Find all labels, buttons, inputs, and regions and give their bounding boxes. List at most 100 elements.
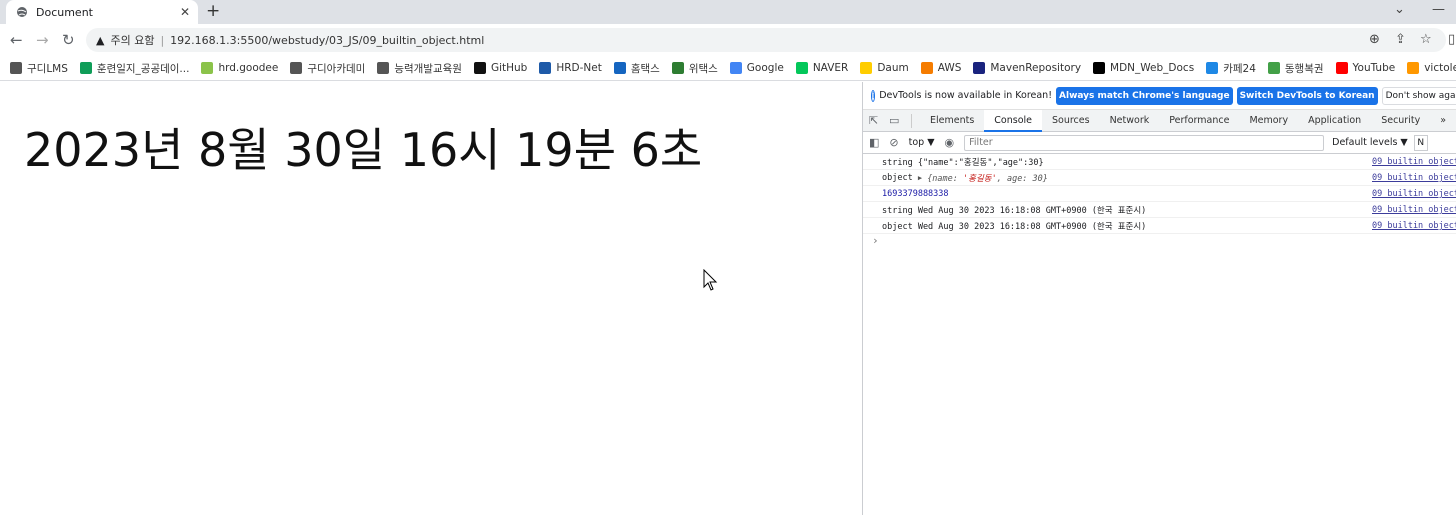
bookmark-favicon-icon	[795, 62, 808, 74]
bookmark-favicon-icon	[290, 62, 303, 74]
bookmark-favicon-icon	[973, 62, 986, 74]
chevron-down-icon[interactable]: ⌄	[1394, 2, 1405, 17]
expand-arrow-icon[interactable]: ▶	[918, 174, 922, 182]
forward-arrow-icon[interactable]: →	[36, 31, 49, 49]
device-toolbar-icon[interactable]: ▭	[889, 114, 903, 128]
eye-icon[interactable]: ◉	[945, 136, 955, 149]
dont-show-again-button[interactable]: Don't show again	[1381, 86, 1456, 105]
bookmark-item[interactable]: 홈택스	[613, 61, 660, 76]
bookmark-label: AWS	[937, 62, 962, 74]
bookmark-favicon-icon	[729, 62, 742, 74]
zoom-icon[interactable]: ⊕	[1369, 32, 1380, 47]
console-row: object Wed Aug 30 2023 16:18:08 GMT+0900…	[863, 218, 1456, 234]
devtools-tab-memory[interactable]: Memory	[1239, 110, 1298, 132]
new-tab-button[interactable]: +	[206, 1, 220, 21]
console-message: string Wed Aug 30 2023 16:18:08 GMT+0900…	[882, 205, 1147, 216]
infobar-message: DevTools is now available in Korean!	[879, 90, 1053, 101]
bookmark-item[interactable]: AWS	[920, 62, 962, 74]
bookmark-favicon-icon	[473, 62, 486, 74]
bookmark-label: 구디아카데미	[307, 62, 366, 75]
console-row: string {"name":"홍길동","age":30} 09_builti…	[863, 154, 1456, 170]
bookmark-item[interactable]: 카페24	[1206, 61, 1256, 76]
devtools-tab-sources[interactable]: Sources	[1042, 110, 1100, 132]
bookmark-favicon-icon	[613, 62, 626, 74]
sidebar-toggle-icon[interactable]: ◧	[869, 136, 879, 149]
bookmark-label: 위택스	[688, 62, 718, 75]
source-link[interactable]: 09_builtin_object	[1372, 157, 1456, 167]
inspect-element-icon[interactable]: ⇱	[869, 114, 883, 128]
star-icon[interactable]: ☆	[1420, 32, 1432, 47]
bookmark-label: victolee	[1424, 62, 1456, 74]
source-link[interactable]: 09_builtin_object	[1372, 189, 1456, 199]
minimize-icon[interactable]: —	[1432, 2, 1445, 17]
source-link[interactable]: 09_builtin_object	[1372, 173, 1456, 183]
bookmark-item[interactable]: 구디아카데미	[290, 61, 365, 76]
bookmark-item[interactable]: YouTube	[1335, 62, 1396, 74]
toolbar-divider	[911, 113, 912, 128]
source-link[interactable]: 09_builtin_object	[1372, 221, 1456, 231]
url-text[interactable]: 192.168.1.3:5500/webstudy/03_JS/09_built…	[170, 34, 484, 47]
bookmark-favicon-icon	[201, 62, 214, 74]
bookmark-item[interactable]: GitHub	[473, 62, 527, 74]
source-link[interactable]: 09_builtin_object	[1372, 205, 1456, 215]
mouse-cursor-icon	[703, 269, 718, 291]
devtools-tab-elements[interactable]: Elements	[920, 110, 984, 132]
bookmark-item[interactable]: Google	[729, 62, 784, 74]
bookmark-item[interactable]: 위택스	[671, 61, 718, 76]
bookmark-item[interactable]: HRD-Net	[539, 62, 602, 74]
browser-tab[interactable]: Document ✕	[6, 0, 198, 24]
issues-button[interactable]: N	[1413, 134, 1428, 151]
bookmark-favicon-icon	[1267, 62, 1280, 74]
more-tabs-button[interactable]: »	[1430, 110, 1456, 132]
bookmark-favicon-icon	[10, 62, 22, 74]
side-panel-icon[interactable]: ▯	[1448, 32, 1455, 47]
console-filter-input[interactable]: Filter	[964, 134, 1325, 151]
bookmark-favicon-icon	[671, 62, 684, 74]
log-levels-dropdown[interactable]: Default levels ▼	[1332, 137, 1408, 148]
bookmark-item[interactable]: hrd.goodee	[201, 62, 278, 74]
bookmark-favicon-icon	[539, 62, 552, 74]
console-log: string {"name":"홍길동","age":30} 09_builti…	[863, 154, 1456, 248]
switch-language-button[interactable]: Switch DevTools to Korean	[1236, 86, 1378, 105]
bookmark-label: MavenRepository	[990, 62, 1082, 74]
bookmark-item[interactable]: 훈련일지_공공데이...	[79, 61, 189, 76]
back-arrow-icon[interactable]: ←	[10, 31, 23, 49]
devtools-tab-application[interactable]: Application	[1298, 110, 1371, 132]
object-string: '홍길동'	[963, 173, 997, 184]
clear-console-icon[interactable]: ⊘	[889, 136, 898, 149]
reload-icon[interactable]: ↻	[62, 31, 75, 49]
close-tab-icon[interactable]: ✕	[180, 5, 190, 19]
bookmark-label: YouTube	[1352, 62, 1396, 74]
datetime-heading: 2023년 8월 30일 16시 19분 6초	[24, 123, 703, 177]
bookmark-label: 동행복권	[1284, 62, 1324, 75]
match-language-button[interactable]: Always match Chrome's language	[1056, 86, 1233, 105]
devtools-tab-security[interactable]: Security	[1371, 110, 1430, 132]
bookmark-item[interactable]: victolee	[1407, 62, 1456, 74]
warning-icon[interactable]: ▲	[96, 34, 104, 47]
bookmark-label: 구디LMS	[27, 62, 68, 75]
bookmark-item[interactable]: MDN_Web_Docs	[1093, 62, 1194, 74]
devtools-tab-console[interactable]: Console	[984, 109, 1042, 132]
devtools-tab-network[interactable]: Network	[1100, 110, 1160, 132]
devtools-panel: i DevTools is now available in Korean! A…	[862, 82, 1456, 515]
bookmark-favicon-icon	[1093, 62, 1106, 74]
bookmark-item[interactable]: Daum	[860, 62, 909, 74]
info-icon: i	[871, 89, 876, 102]
devtools-tab-performance[interactable]: Performance	[1159, 110, 1239, 132]
tab-title: Document	[36, 5, 93, 19]
bookmark-item[interactable]: MavenRepository	[973, 62, 1081, 74]
bookmark-label: NAVER	[812, 62, 849, 74]
bookmark-favicon-icon	[1206, 62, 1219, 74]
bookmark-item[interactable]: 동행복권	[1267, 61, 1324, 76]
console-message: object Wed Aug 30 2023 16:18:08 GMT+0900…	[882, 221, 1147, 232]
bookmark-item[interactable]: NAVER	[795, 62, 849, 74]
bookmark-label: 홈택스	[630, 62, 660, 75]
bookmark-item[interactable]: 능력개발교육원	[377, 61, 462, 76]
address-bar[interactable]: ▲ 주의 요함 | 192.168.1.3:5500/webstudy/03_J…	[86, 28, 1446, 52]
context-selector[interactable]: top ▼	[909, 137, 935, 148]
bookmark-item[interactable]: 구디LMS	[10, 61, 68, 76]
object-preview[interactable]: {name: '홍길동', age: 30}	[927, 172, 1048, 184]
console-message-prefix: object	[882, 172, 913, 183]
console-prompt[interactable]: ›	[863, 234, 1456, 248]
share-icon[interactable]: ⇪	[1395, 32, 1406, 47]
